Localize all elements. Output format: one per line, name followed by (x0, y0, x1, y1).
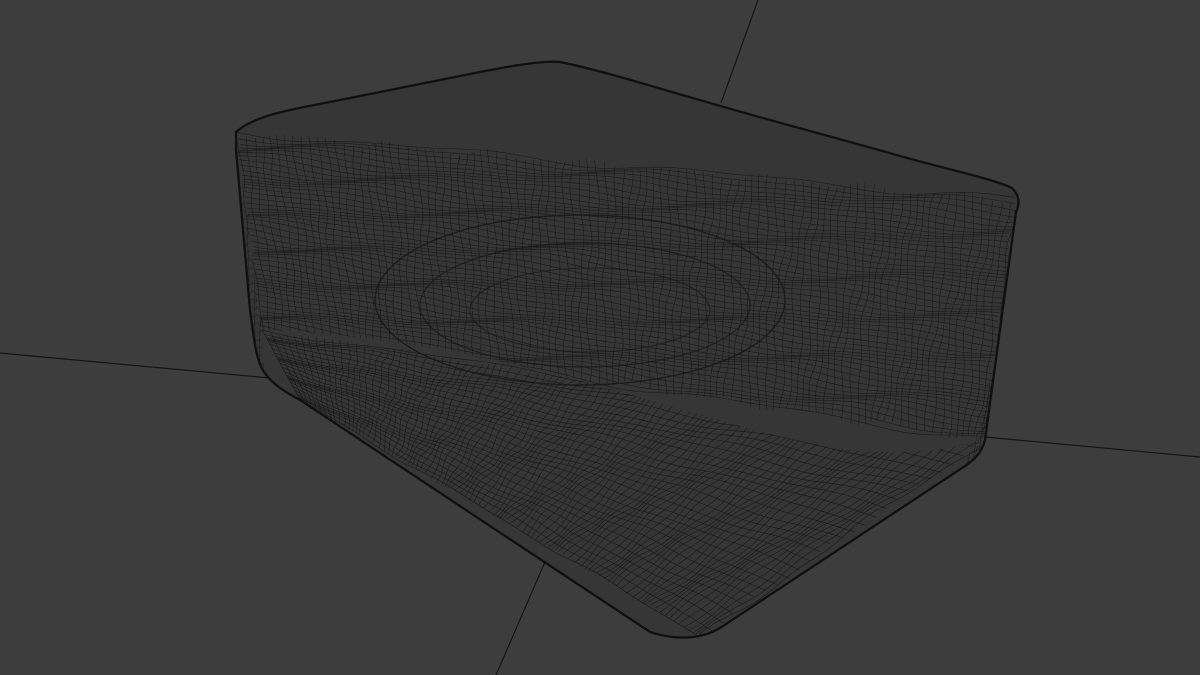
grid-axis-line (720, 0, 759, 104)
grid-axis-line (984, 436, 1200, 458)
3d-viewport[interactable] (0, 0, 1200, 675)
wireframe-mesh[interactable] (234, 60, 1020, 639)
grid-axis-line (495, 554, 549, 675)
grid-axis-line (0, 352, 271, 379)
mesh-wire (249, 370, 264, 372)
viewport-canvas[interactable] (0, 0, 1200, 675)
